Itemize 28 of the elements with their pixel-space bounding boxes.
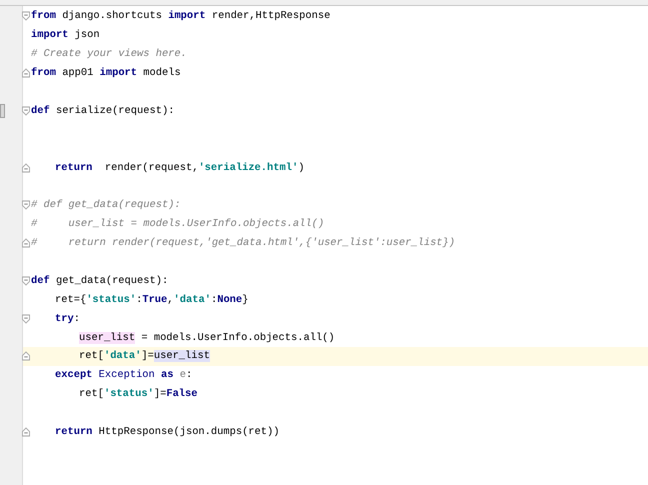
code-line: except Exception as e:: [54, 369, 192, 382]
code-line: # Create your views here.: [30, 48, 187, 60]
code-line: # return render(request,'get_data.html',{'user_list':user_list}): [30, 237, 456, 250]
code-line: return HttpResponse(json.dumps(ret)): [54, 426, 280, 438]
code-line: from django.shortcuts import render,HttpResponse: [30, 10, 330, 22]
code-line: # def get_data(request):: [30, 199, 181, 212]
code-line: import json: [30, 29, 100, 42]
code-line: return render(request,'serialize.html'): [54, 162, 304, 174]
fold-end-icon[interactable]: [22, 351, 30, 362]
code-line: from app01 import models: [30, 67, 181, 80]
fold-collapse-icon[interactable]: [22, 11, 30, 22]
code-line: user_list = models.UserInfo.objects.all(): [78, 332, 335, 344]
code-line: def serialize(request):: [30, 104, 174, 117]
code-line: ret={'status':True,'data':None}: [54, 294, 248, 306]
code-line: def get_data(request):: [30, 274, 168, 287]
fold-end-icon[interactable]: [22, 162, 30, 173]
code-line: try:: [54, 312, 80, 325]
fold-end-icon[interactable]: [22, 238, 30, 248]
fold-collapse-icon[interactable]: [22, 200, 30, 210]
fold-end-icon[interactable]: [22, 68, 30, 78]
code-line: ret['status']=False: [78, 388, 198, 400]
fold-collapse-icon[interactable]: [22, 276, 30, 286]
fold-end-icon[interactable]: [22, 427, 30, 438]
fold-collapse-icon[interactable]: [22, 314, 30, 324]
code-line: ret['data']=user_list: [78, 350, 210, 362]
fold-collapse-icon[interactable]: [22, 106, 30, 116]
gutter-marker-icon[interactable]: [0, 104, 5, 118]
code-line: # user_list = models.UserInfo.objects.all(): [30, 218, 324, 230]
